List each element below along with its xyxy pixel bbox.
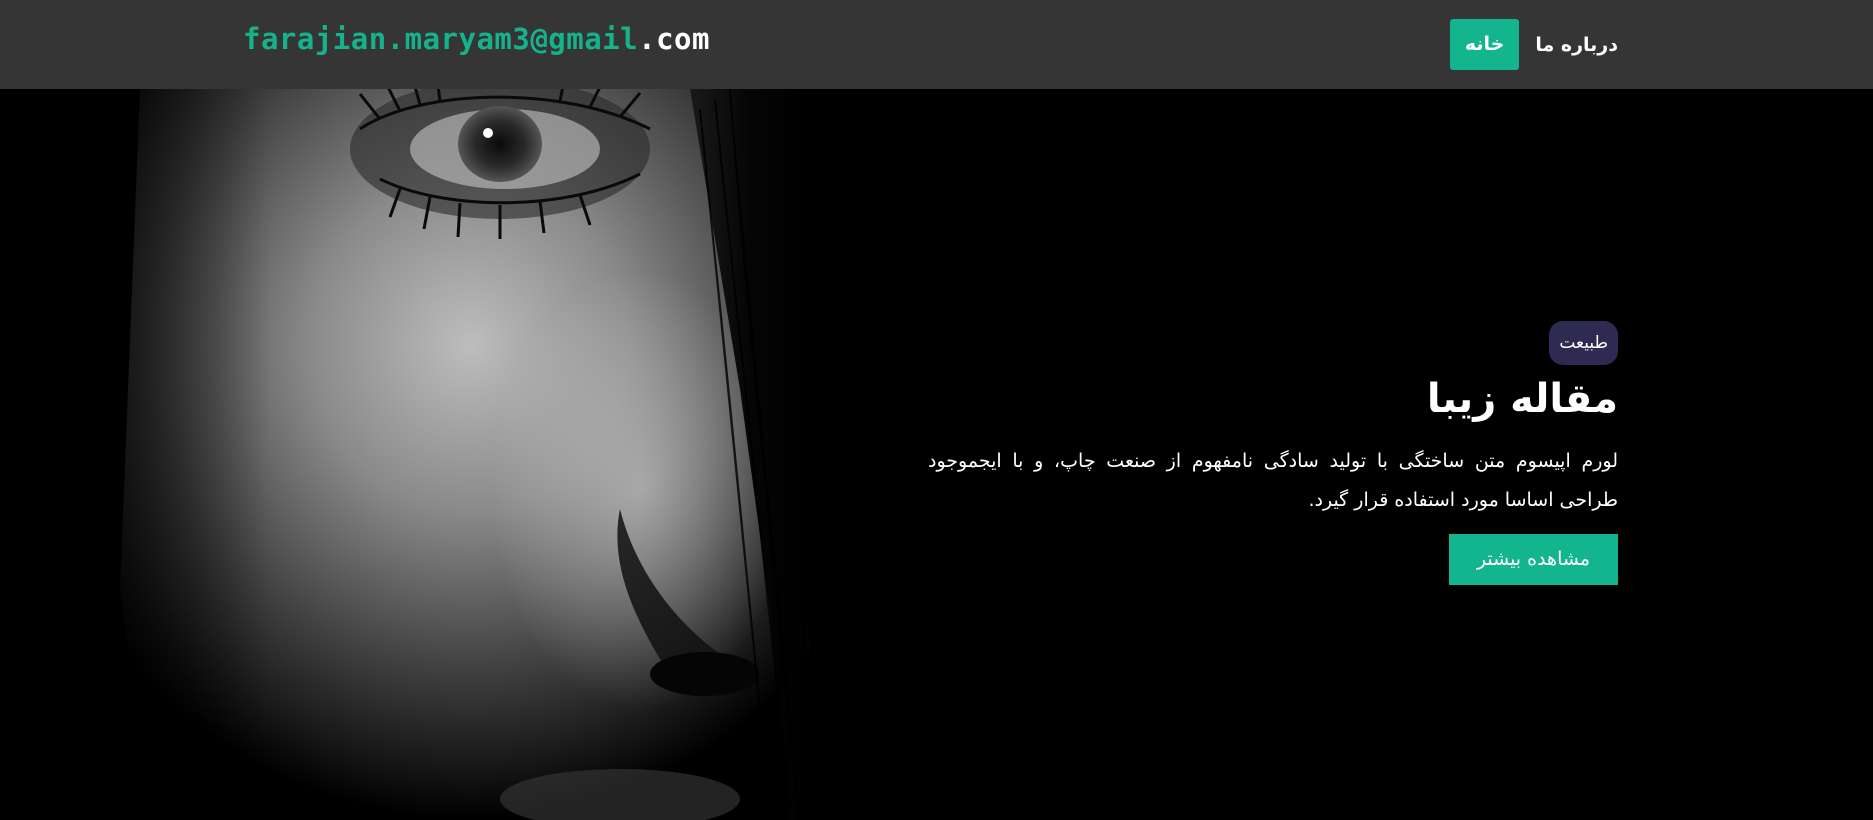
read-more-button[interactable]: مشاهده بیشتر [1448,534,1618,585]
hero-content: طبیعت مقاله زیبا لورم اپیسوم متن ساختگی … [898,321,1618,585]
category-badge[interactable]: طبیعت [1549,321,1618,365]
nav-link-home[interactable]: خانه [1449,19,1520,70]
nav-link-about[interactable]: درباره ما [1535,34,1618,56]
nav-menu: خانه درباره ما [1449,19,1618,70]
brand-logo[interactable]: farajian.maryam3@gmail.com [243,22,710,56]
brand-email-name: farajian.maryam3@gmail [243,22,639,56]
article-description: لورم اپیسوم متن ساختگی با تولید سادگی نا… [928,450,1618,511]
navbar: farajian.maryam3@gmail.com خانه درباره م… [0,0,1873,89]
article-title: مقاله زیبا [1426,376,1618,422]
brand-email-tld: .com [638,22,710,56]
hero-section: طبیعت مقاله زیبا لورم اپیسوم متن ساختگی … [0,89,1873,820]
